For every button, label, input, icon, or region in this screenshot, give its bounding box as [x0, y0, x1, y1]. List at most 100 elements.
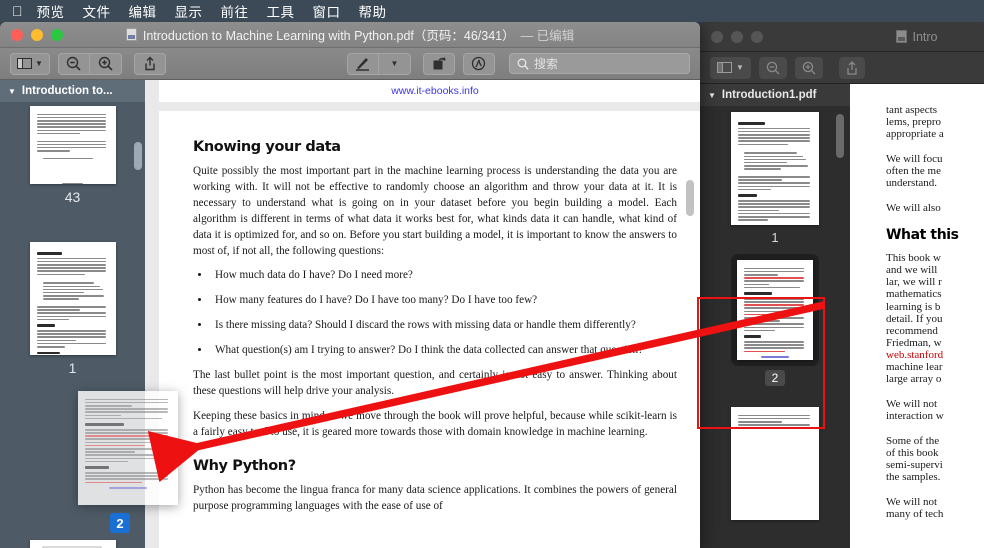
sidebar-icon [717, 62, 732, 73]
thumbnail-item-l3[interactable] [0, 540, 145, 548]
chevron-down-icon: ▼ [391, 59, 399, 68]
list-item: Is there missing data? Should I discard … [211, 318, 677, 334]
apple-menu-icon[interactable]:  [12, 4, 23, 18]
thumbnail-page-number: 43 [65, 189, 81, 205]
menu-item-file[interactable]: 文件 [83, 1, 111, 21]
doc-line: interaction w [886, 408, 984, 425]
document-view-secondary[interactable]: tant aspects lems, prepro appropriate a … [850, 84, 984, 548]
page-thumbnail-preview [30, 242, 116, 355]
share-icon [846, 61, 858, 75]
menu-item-view[interactable]: 显示 [175, 1, 203, 21]
markup-button-group[interactable]: ▼ [347, 53, 411, 75]
sidebar-header-primary[interactable]: ▼ Introduction to... [0, 80, 145, 102]
dragged-page-badge: 2 [110, 513, 130, 533]
list-item: How much data do I have? Do I need more? [211, 268, 677, 284]
signature-icon [471, 56, 486, 71]
titlebar-primary[interactable]: Introduction to Machine Learning with Py… [0, 22, 700, 48]
pdf-document-icon [896, 30, 907, 43]
scatter-plot-icon [30, 544, 116, 548]
window-title-text-primary: Introduction to Machine Learning with Py… [143, 25, 515, 44]
sidebar-scrollbar-secondary[interactable] [836, 114, 844, 158]
sidebar-header-label-primary: Introduction to... [22, 85, 113, 97]
search-placeholder: 搜索 [534, 55, 558, 72]
section-heading-why-python: Why Python? [193, 458, 677, 474]
toolbar-primary[interactable]: ▼ [0, 48, 700, 80]
chevron-down-icon: ▼ [35, 59, 43, 68]
rotate-icon [432, 56, 446, 71]
paragraph-3: Keeping these basics in mind as we move … [193, 409, 677, 441]
window-title-primary: Introduction to Machine Learning with Py… [0, 25, 700, 44]
chevron-down-icon: ▼ [736, 63, 744, 72]
rotate-button[interactable] [423, 53, 455, 75]
zoom-out-icon [66, 56, 81, 71]
share-icon [144, 56, 156, 71]
disclosure-triangle-down-icon[interactable]: ▼ [708, 91, 716, 100]
sidebar-toggle-button-secondary[interactable]: ▼ [710, 57, 751, 79]
markup-button[interactable] [347, 53, 379, 75]
zoom-out-button-secondary[interactable] [759, 57, 787, 79]
menu-item-tools[interactable]: 工具 [267, 1, 295, 21]
section-heading-knowing-your-data: Knowing your data [193, 139, 677, 155]
sidebar-icon [17, 58, 32, 69]
page-thumbnail-preview [30, 106, 116, 184]
page-thumbnail-preview [731, 112, 819, 225]
zoom-out-button-primary[interactable] [58, 53, 90, 75]
sidebar-scrollbar-primary[interactable] [134, 142, 142, 170]
doc-line: appropriate a [886, 126, 984, 143]
document-scrollbar-primary[interactable] [686, 180, 694, 216]
menu-item-help[interactable]: 帮助 [359, 1, 387, 21]
list-item: How many features do I have? Do I have t… [211, 293, 677, 309]
titlebar-secondary[interactable]: Intro [700, 22, 984, 52]
thumbnail-page-number: 1 [69, 360, 77, 376]
menu-item-preview[interactable]: 预览 [37, 1, 65, 21]
thumbnail-item-l1[interactable]: 1 [0, 242, 145, 376]
zoom-in-icon [802, 61, 816, 75]
zoom-out-icon [766, 61, 780, 75]
pdf-page-primary: Knowing your data Quite possibly the mos… [159, 111, 700, 548]
dragged-page-ghost[interactable] [78, 391, 178, 505]
menu-item-edit[interactable]: 编辑 [129, 1, 157, 21]
zoom-button-group[interactable] [58, 53, 122, 75]
zoom-in-button-primary[interactable] [90, 53, 122, 75]
thumbnail-item-l43[interactable]: 43 [0, 106, 145, 205]
disclosure-triangle-down-icon[interactable]: ▼ [8, 87, 16, 96]
doc-line: We will also [886, 200, 984, 217]
page-thumbnail-scatter-preview [30, 540, 116, 548]
signature-button[interactable] [463, 53, 495, 75]
sidebar-toggle-button-primary[interactable]: ▼ [10, 53, 50, 75]
toolbar-secondary[interactable]: ▼ [700, 52, 984, 84]
paragraph-4: Python has become the lingua franca for … [193, 483, 677, 515]
sidebar-header-label-secondary: Introduction1.pdf [722, 89, 817, 101]
list-item: What question(s) am I trying to answer? … [211, 343, 677, 359]
doc-heading: What this [886, 227, 984, 243]
doc-line: understand. [886, 175, 984, 192]
thumbnail-page-number: 1 [771, 230, 778, 245]
markup-options-button[interactable]: ▼ [379, 53, 411, 75]
menu-item-window[interactable]: 窗口 [313, 1, 341, 21]
ebook-watermark-link[interactable]: www.it-ebooks.info [391, 85, 479, 97]
search-field[interactable]: 搜索 [509, 53, 690, 74]
page-header-band: www.it-ebooks.info [159, 80, 700, 102]
markup-pen-icon [355, 56, 370, 71]
sidebar-header-secondary[interactable]: ▼ Introduction1.pdf [700, 84, 850, 106]
window-title-secondary: Intro [700, 30, 984, 44]
share-button-primary[interactable] [134, 53, 166, 75]
search-icon [517, 58, 529, 70]
pdf-document-icon [126, 28, 137, 41]
menu-item-go[interactable]: 前往 [221, 1, 249, 21]
window-edited-badge: — 已编辑 [521, 25, 574, 44]
share-button-secondary[interactable] [839, 57, 865, 79]
paragraph-2: The last bullet point is the most import… [193, 368, 677, 400]
pdf-page-secondary: tant aspects lems, prepro appropriate a … [866, 84, 984, 548]
doc-line: large array o [886, 371, 984, 388]
preview-window-secondary[interactable]: Intro ▼ [700, 22, 984, 548]
zoom-in-icon [98, 56, 113, 71]
document-view-primary[interactable]: www.it-ebooks.info Knowing your data Qui… [145, 80, 700, 548]
thumbnail-item-r1[interactable]: 1 [700, 112, 850, 245]
paragraph-1: Quite possibly the most important part i… [193, 164, 677, 259]
window-title-text-secondary: Intro [912, 30, 937, 44]
annotation-highlight-box [697, 297, 825, 429]
doc-line: many of tech [886, 506, 984, 523]
menu-bar:  预览 文件 编辑 显示 前往 工具 窗口 帮助 [0, 0, 984, 22]
zoom-in-button-secondary[interactable] [795, 57, 823, 79]
